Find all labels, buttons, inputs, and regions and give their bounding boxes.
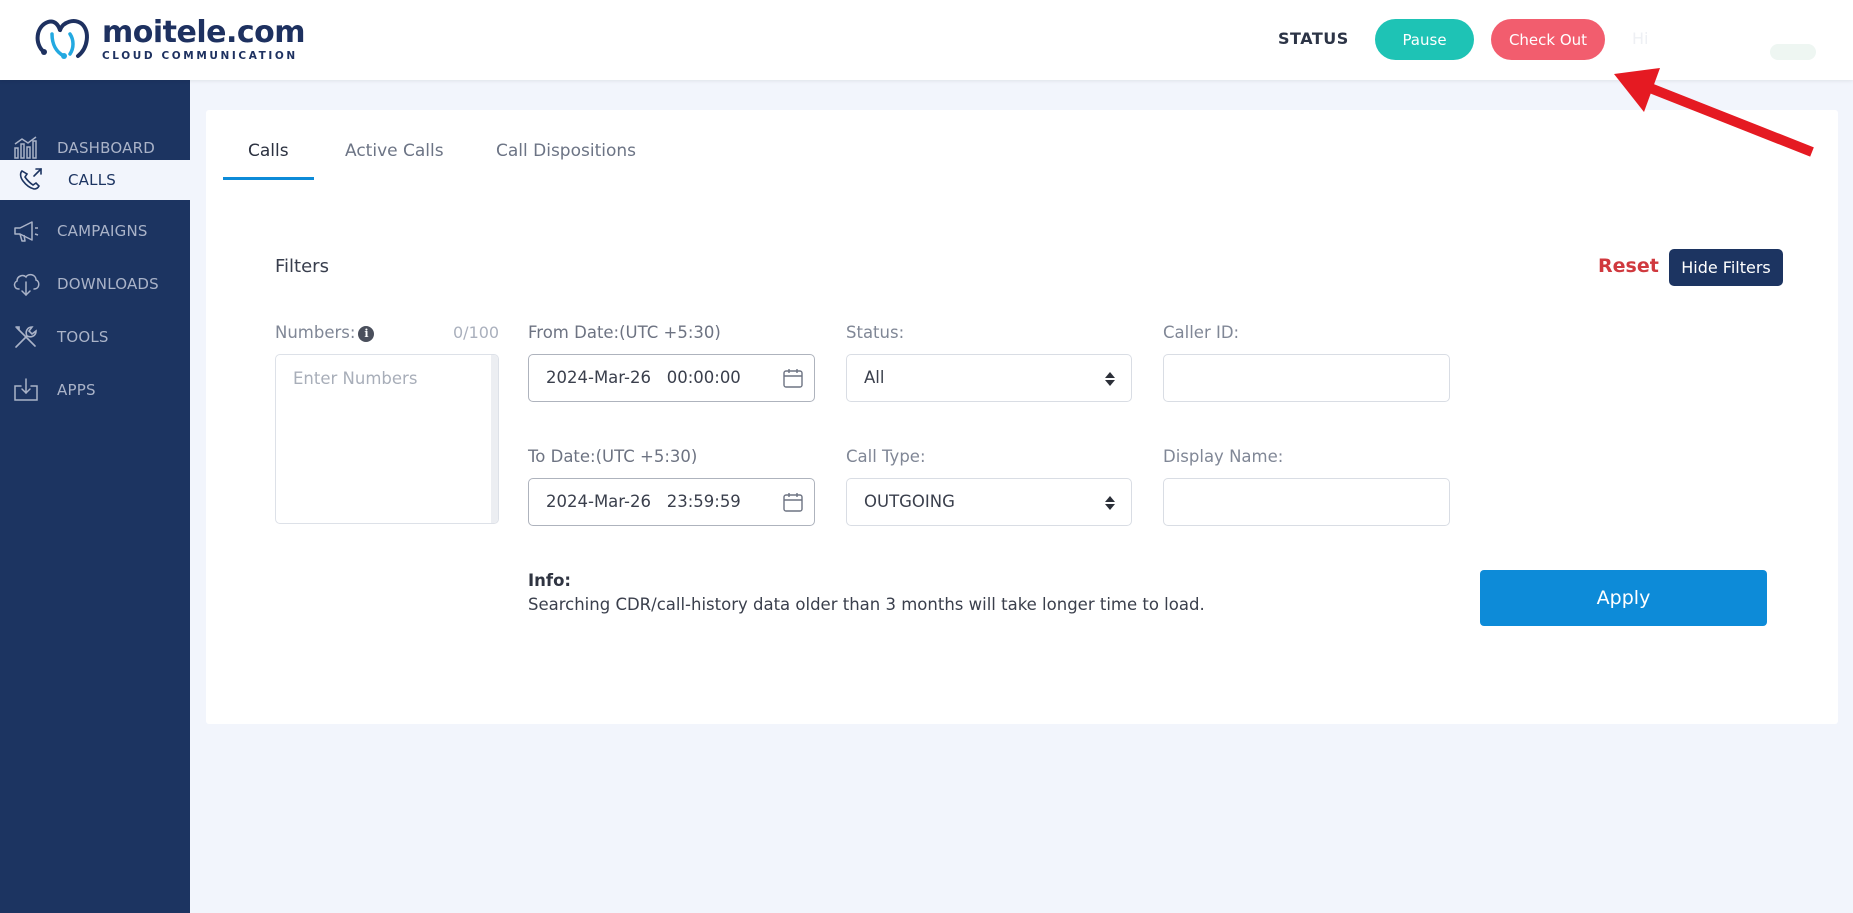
info-text: Searching CDR/call-history data older th…	[528, 595, 1205, 614]
select-caret-icon	[1104, 494, 1116, 516]
megaphone-icon	[11, 216, 41, 246]
sidebar-item-label: CALLS	[68, 171, 116, 189]
annotation-arrow-icon	[1614, 68, 1814, 157]
call-type-select[interactable]: OUTGOING	[846, 478, 1132, 526]
from-date-input[interactable]: 2024-Mar-26 00:00:00	[528, 354, 815, 402]
dashboard-chart-icon	[11, 133, 41, 163]
user-greeting: Hi	[1632, 29, 1649, 48]
textarea-scrollbar[interactable]	[491, 355, 498, 523]
calendar-icon[interactable]	[782, 491, 804, 517]
check-out-button[interactable]: Check Out	[1491, 19, 1605, 60]
sidebar-item-apps[interactable]: APPS	[0, 369, 190, 411]
cloud-download-icon	[11, 269, 41, 299]
sidebar-item-calls[interactable]: CALLS	[0, 160, 190, 200]
numbers-placeholder: Enter Numbers	[293, 369, 418, 388]
sidebar-item-label: CAMPAIGNS	[57, 222, 148, 240]
sidebar: DASHBOARD CALLS CAMPAIGNS DOWNLOADS TOOL…	[0, 80, 190, 913]
sidebar-item-label: DOWNLOADS	[57, 275, 159, 293]
status-select[interactable]: All	[846, 354, 1132, 402]
tab-call-dispositions[interactable]: Call Dispositions	[496, 141, 636, 161]
caller-id-input[interactable]	[1163, 354, 1450, 402]
reset-button[interactable]: Reset	[1598, 255, 1659, 277]
phone-call-icon	[16, 165, 46, 195]
numbers-textarea[interactable]: Enter Numbers	[275, 354, 499, 524]
tab-active-calls[interactable]: Active Calls	[345, 141, 444, 161]
to-date-value: 2024-Mar-26 23:59:59	[546, 492, 741, 511]
sidebar-item-label: DASHBOARD	[57, 139, 155, 157]
status-value: All	[864, 368, 885, 387]
filters-title: Filters	[275, 256, 329, 277]
sidebar-item-label: APPS	[57, 381, 96, 399]
logo-text: moitele.com	[102, 14, 306, 50]
status-label: STATUS	[1278, 29, 1349, 48]
sidebar-item-downloads[interactable]: DOWNLOADS	[0, 263, 190, 305]
top-header: moitele.com CLOUD COMMUNICATION STATUS P…	[0, 0, 1853, 80]
display-name-label: Display Name:	[1163, 447, 1284, 466]
tools-icon	[11, 322, 41, 352]
caller-id-label: Caller ID:	[1163, 323, 1240, 342]
pause-button[interactable]: Pause	[1375, 19, 1474, 60]
to-date-input[interactable]: 2024-Mar-26 23:59:59	[528, 478, 815, 526]
info-icon[interactable]: i	[358, 325, 375, 342]
status-indicator	[1770, 44, 1816, 60]
from-date-value: 2024-Mar-26 00:00:00	[546, 368, 741, 387]
sidebar-item-label: TOOLS	[57, 328, 109, 346]
to-date-label: To Date:(UTC +5:30)	[528, 447, 698, 466]
logo-subtext: CLOUD COMMUNICATION	[102, 49, 298, 62]
display-name-input[interactable]	[1163, 478, 1450, 526]
tab-calls[interactable]: Calls	[248, 141, 289, 161]
active-tab-indicator	[223, 177, 314, 180]
numbers-label: Numbers: i	[275, 323, 375, 342]
apps-download-icon	[11, 375, 41, 405]
from-date-label: From Date:(UTC +5:30)	[528, 323, 721, 342]
sidebar-item-campaigns[interactable]: CAMPAIGNS	[0, 210, 190, 252]
logo-icon	[35, 19, 89, 59]
numbers-counter: 0/100	[453, 323, 500, 342]
status-label: Status:	[846, 323, 905, 342]
select-caret-icon	[1104, 370, 1116, 392]
hide-filters-button[interactable]: Hide Filters	[1669, 249, 1783, 286]
apply-button[interactable]: Apply	[1480, 570, 1767, 626]
sidebar-item-tools[interactable]: TOOLS	[0, 316, 190, 358]
calendar-icon[interactable]	[782, 367, 804, 393]
info-heading: Info:	[528, 571, 571, 590]
numbers-label-text: Numbers:	[275, 323, 356, 342]
call-type-label: Call Type:	[846, 447, 926, 466]
call-type-value: OUTGOING	[864, 492, 955, 511]
logo[interactable]: moitele.com CLOUD COMMUNICATION	[30, 14, 306, 64]
